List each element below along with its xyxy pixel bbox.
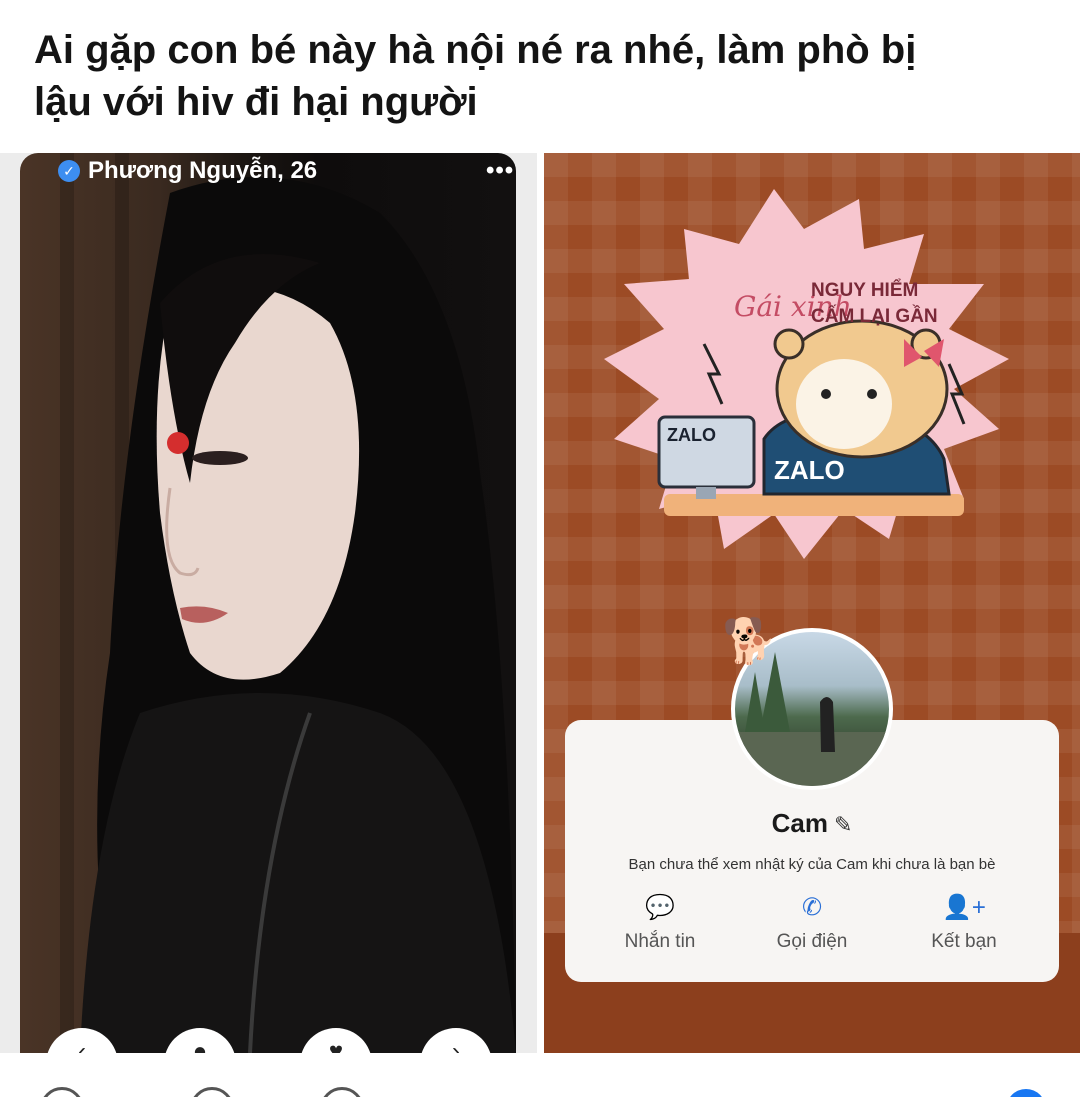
chat-bubble-icon: 💬 [645, 894, 675, 921]
zalo-profile-name-row: Cam ✎ [544, 808, 1080, 839]
profile-photo: ✓ Phương Nguyễn, 26 ••• [20, 153, 516, 1053]
svg-text:ZALO: ZALO [667, 425, 716, 445]
share-icon[interactable] [320, 1087, 364, 1097]
comment-icon[interactable] [190, 1087, 234, 1097]
chevron-right-icon: › [452, 1038, 460, 1053]
post-caption: Ai gặp con bé này hà nội né ra nhé, làm … [34, 24, 1034, 128]
profile-name-header: ✓ Phương Nguyễn, 26 [58, 157, 317, 185]
sticker-warning-line-1: NGUY HIỂM [811, 280, 919, 301]
privacy-notice: Bạn chưa thể xem nhật ký của Cam khi chư… [628, 856, 996, 873]
edit-pencil-icon[interactable]: ✎ [834, 812, 852, 837]
profile-name: Phương Nguyễn, 26 [88, 157, 318, 184]
message-button[interactable]: 💬 Nhắn tin [595, 893, 725, 953]
heart-icon: ♥ [328, 1038, 344, 1053]
zalo-profile-name: Cam [771, 808, 828, 838]
message-label: Nhắn tin [624, 931, 696, 952]
more-options-icon[interactable]: ••• [486, 157, 514, 185]
rose-sticker [167, 432, 189, 454]
add-friend-button[interactable]: 👤+ Kết bạn [899, 893, 1029, 953]
svg-text:ZALO: ZALO [774, 455, 845, 485]
phone-icon: ✆ [801, 894, 823, 921]
like-icon[interactable] [40, 1087, 84, 1097]
add-friend-icon: 👤+ [942, 894, 986, 921]
post-caption-line-2: lậu với hiv đi hại người [34, 80, 478, 124]
verified-badge-icon: ✓ [58, 160, 80, 182]
call-label: Gọi điện [776, 931, 848, 952]
post-reaction-bar [0, 1053, 1080, 1097]
call-button[interactable]: ✆ Gọi điện [747, 893, 877, 953]
post-image-collage[interactable]: ✓ Phương Nguyễn, 26 ••• ‹ ● ♥ › ZALO ZAL… [0, 153, 1080, 1053]
add-friend-label: Kết bạn [931, 931, 997, 952]
super-like-icon: ● [192, 1038, 208, 1053]
messenger-icon[interactable] [1006, 1089, 1046, 1097]
rewind-icon: ‹ [78, 1038, 86, 1053]
capybara-warning-sticker: ZALO ZALO [604, 189, 1009, 559]
sticker-warning-line-2: CẤM LẠI GẦN [811, 306, 938, 327]
dachshund-sticker-icon: 🐕 [722, 617, 777, 666]
woman-portrait-illustration [80, 177, 516, 1053]
post-caption-line-1: Ai gặp con bé này hà nội né ra nhé, làm … [34, 28, 917, 72]
zalo-profile-screenshot[interactable]: ZALO ZALO Gái xinh NGUY HIỂM CẤM LẠI GẦN… [544, 153, 1080, 1053]
dating-profile-screenshot[interactable]: ✓ Phương Nguyễn, 26 ••• ‹ ● ♥ › [0, 153, 537, 1053]
